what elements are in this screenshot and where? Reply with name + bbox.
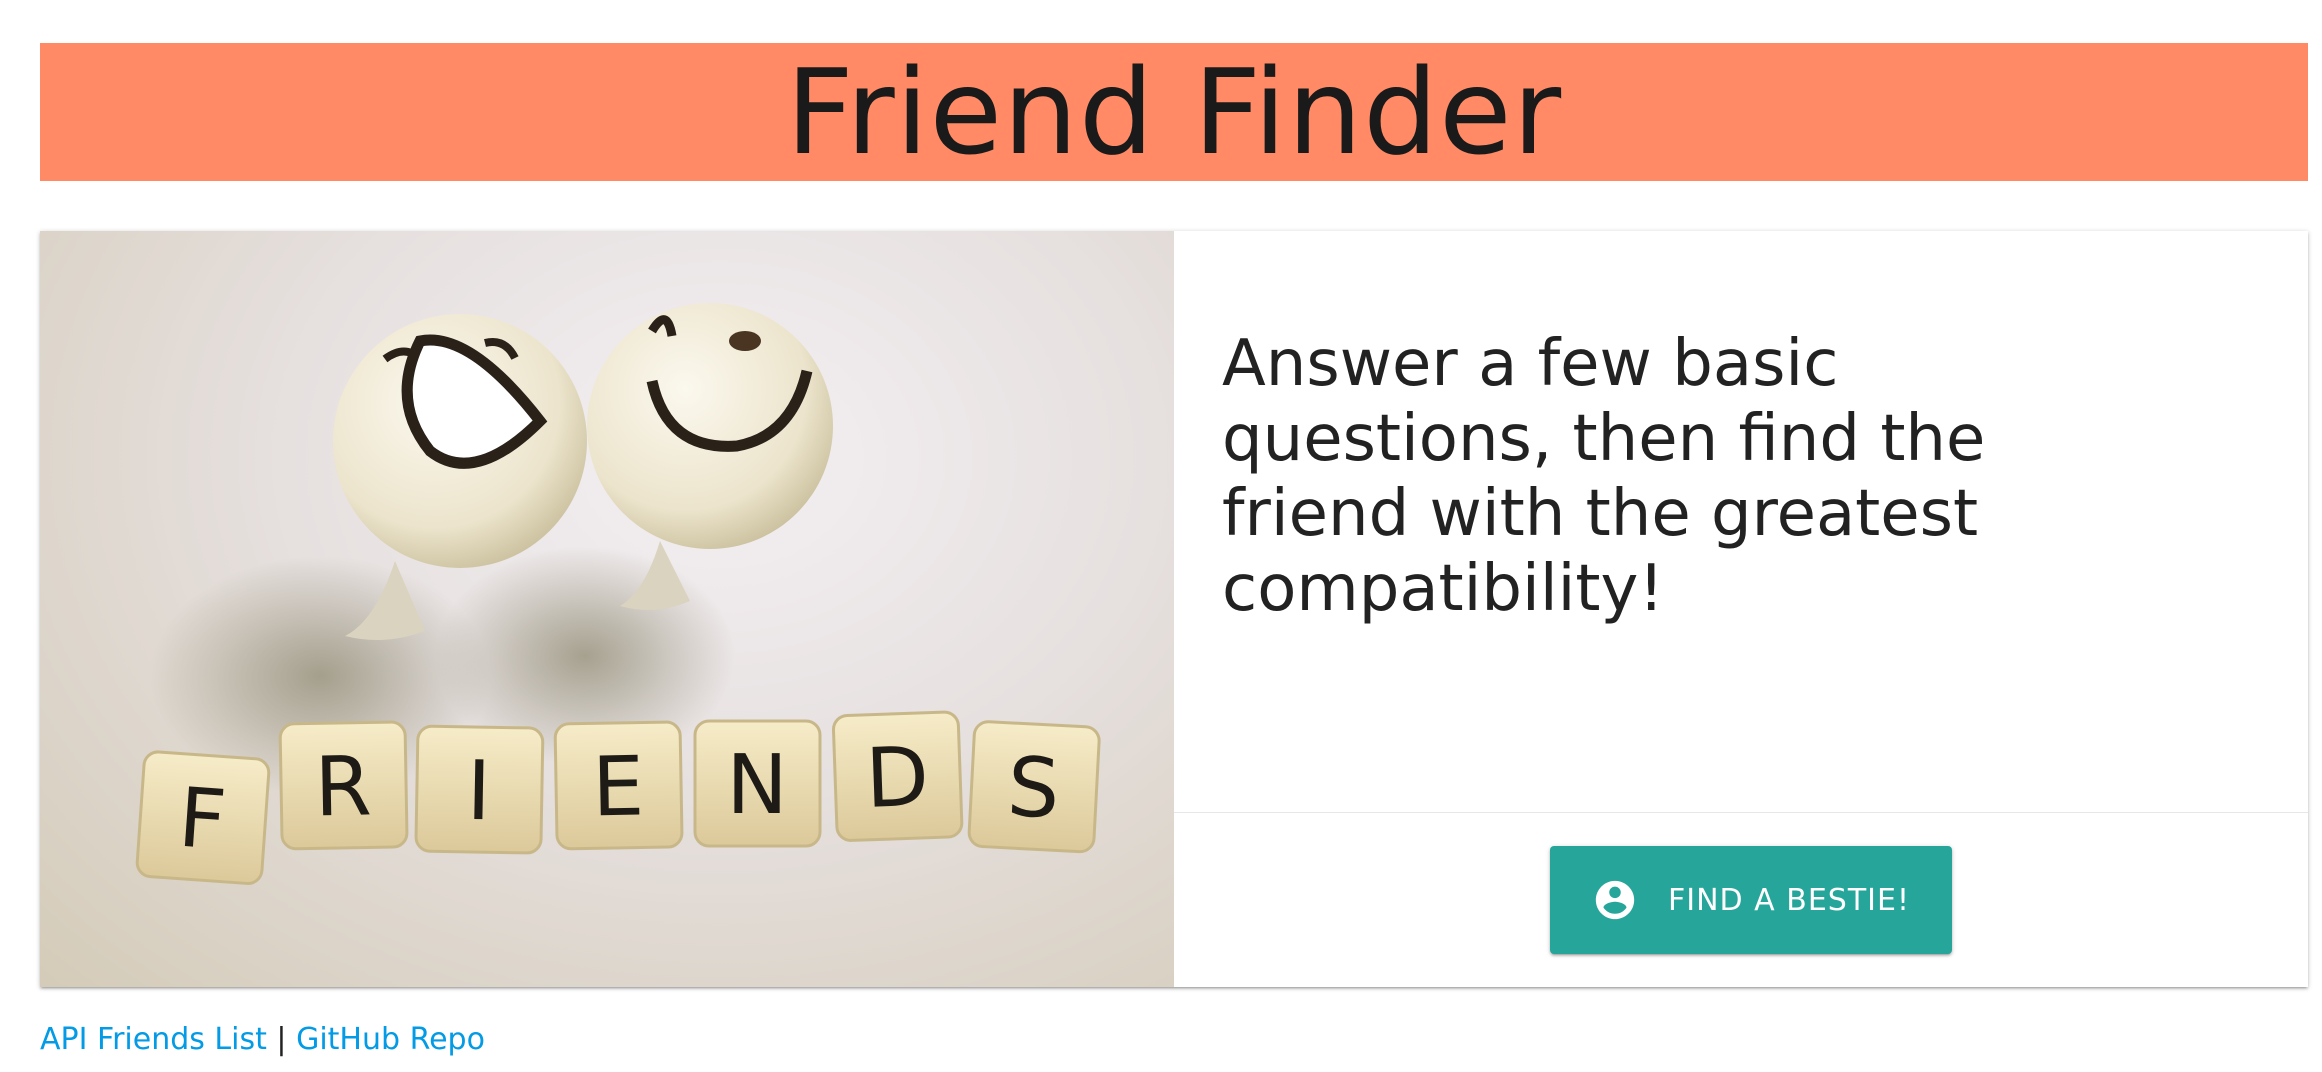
account-circle-icon bbox=[1592, 877, 1638, 923]
tile-letter: N bbox=[726, 738, 787, 833]
find-bestie-button[interactable]: FIND A BESTIE! bbox=[1550, 846, 1952, 954]
footer-separator: | bbox=[276, 1022, 287, 1057]
page-title: Friend Finder bbox=[785, 43, 1563, 181]
hero-card: F R I E N D S Answer a few basic questio… bbox=[40, 231, 2308, 987]
card-description: Answer a few basic questions, then find … bbox=[1222, 327, 1986, 626]
header-banner: Friend Finder bbox=[40, 43, 2308, 181]
tile-letter: S bbox=[1005, 740, 1062, 838]
tile-letter: D bbox=[864, 730, 930, 827]
page: Friend Finder F R I E N D S Answer a few… bbox=[0, 0, 2322, 1072]
card-action: FIND A BESTIE! bbox=[1174, 813, 2308, 987]
card-body: Answer a few basic questions, then find … bbox=[1174, 231, 2308, 987]
github-repo-link[interactable]: GitHub Repo bbox=[296, 1022, 485, 1057]
footer-links: API Friends List | GitHub Repo bbox=[40, 1018, 485, 1062]
api-friends-link[interactable]: API Friends List bbox=[40, 1022, 267, 1057]
card-content: Answer a few basic questions, then find … bbox=[1174, 231, 2308, 813]
tile-letter: E bbox=[591, 739, 644, 835]
friends-photo: F R I E N D S bbox=[40, 231, 1174, 987]
find-bestie-label: FIND A BESTIE! bbox=[1668, 882, 1910, 918]
tile-letter: R bbox=[314, 739, 373, 835]
tile-letter: I bbox=[466, 744, 492, 839]
tile-letter: F bbox=[176, 771, 230, 869]
